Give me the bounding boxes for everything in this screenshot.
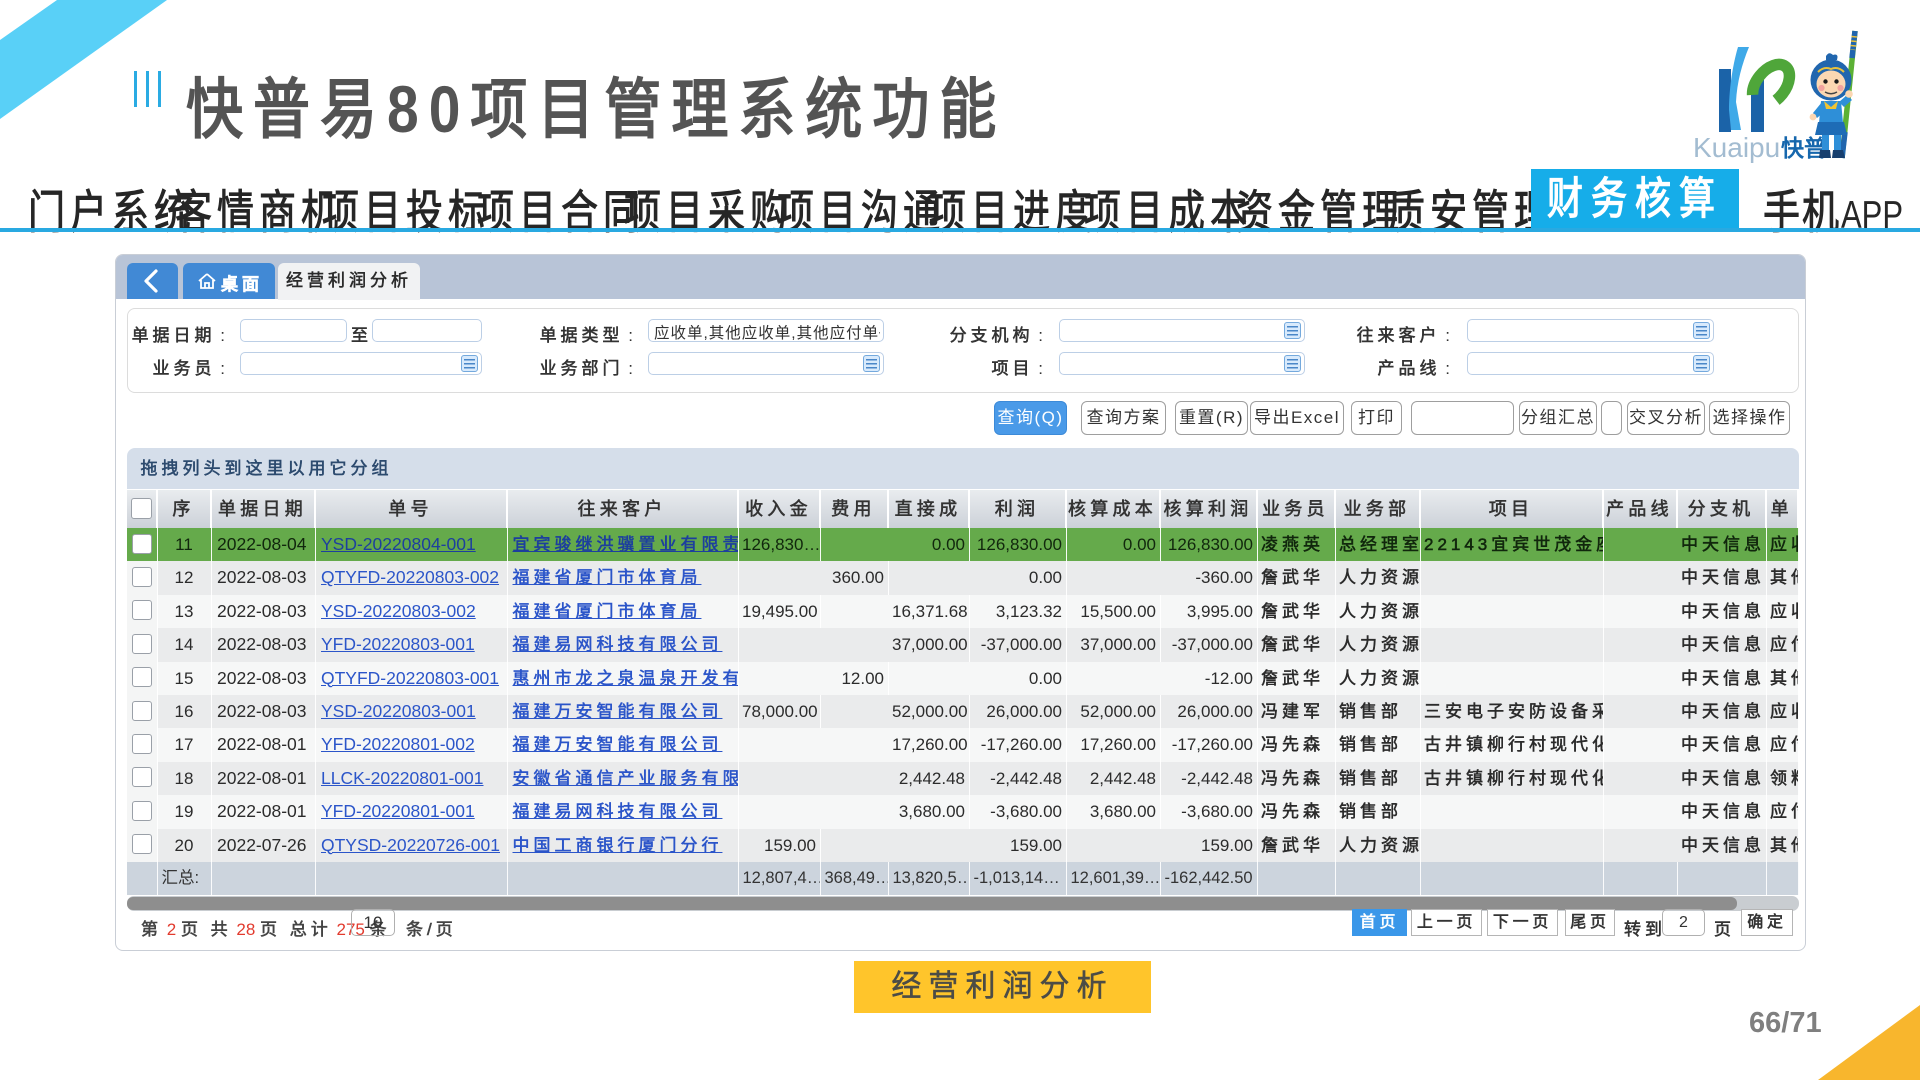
svg-text:Kuaipu: Kuaipu [1693, 132, 1780, 163]
